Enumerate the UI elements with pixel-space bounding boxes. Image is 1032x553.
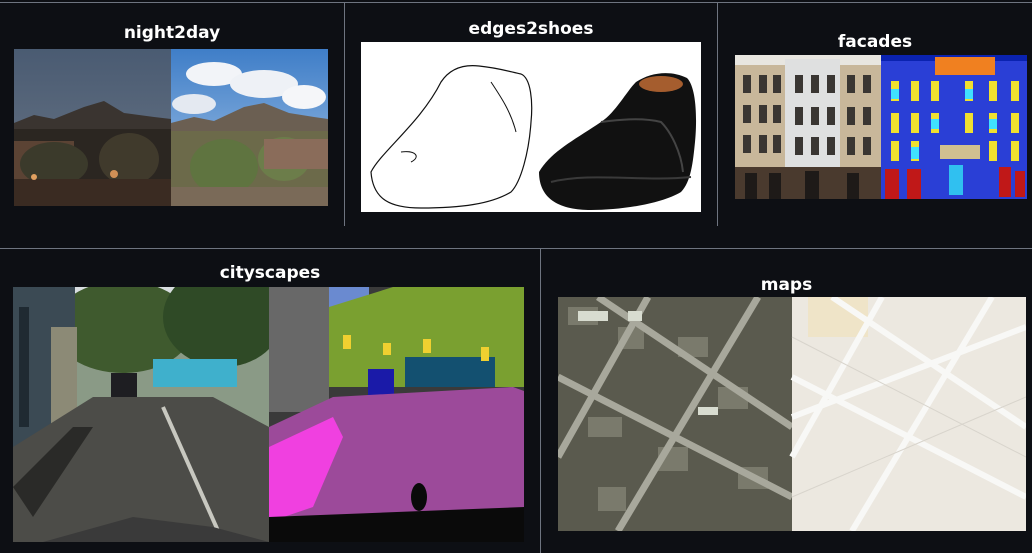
panel-title: night2day <box>123 23 221 43</box>
panel-title: facades <box>837 32 913 52</box>
panel-title: cityscapes <box>219 263 321 283</box>
night2day-image-pair <box>14 49 328 206</box>
panel-cityscapes: cityscapes <box>0 249 540 553</box>
panel-facades: facades <box>718 3 1032 226</box>
facades-image-pair <box>735 55 1027 199</box>
panel-title: maps <box>760 275 813 295</box>
panel-title: edges2shoes <box>468 19 594 39</box>
cityscapes-image-pair <box>13 287 524 542</box>
panel-edges2shoes: edges2shoes <box>345 3 717 226</box>
panel-night2day: night2day <box>0 3 344 226</box>
panel-maps: maps <box>541 249 1032 553</box>
edges2shoes-image-pair <box>361 42 701 212</box>
maps-image-pair <box>558 297 1026 531</box>
